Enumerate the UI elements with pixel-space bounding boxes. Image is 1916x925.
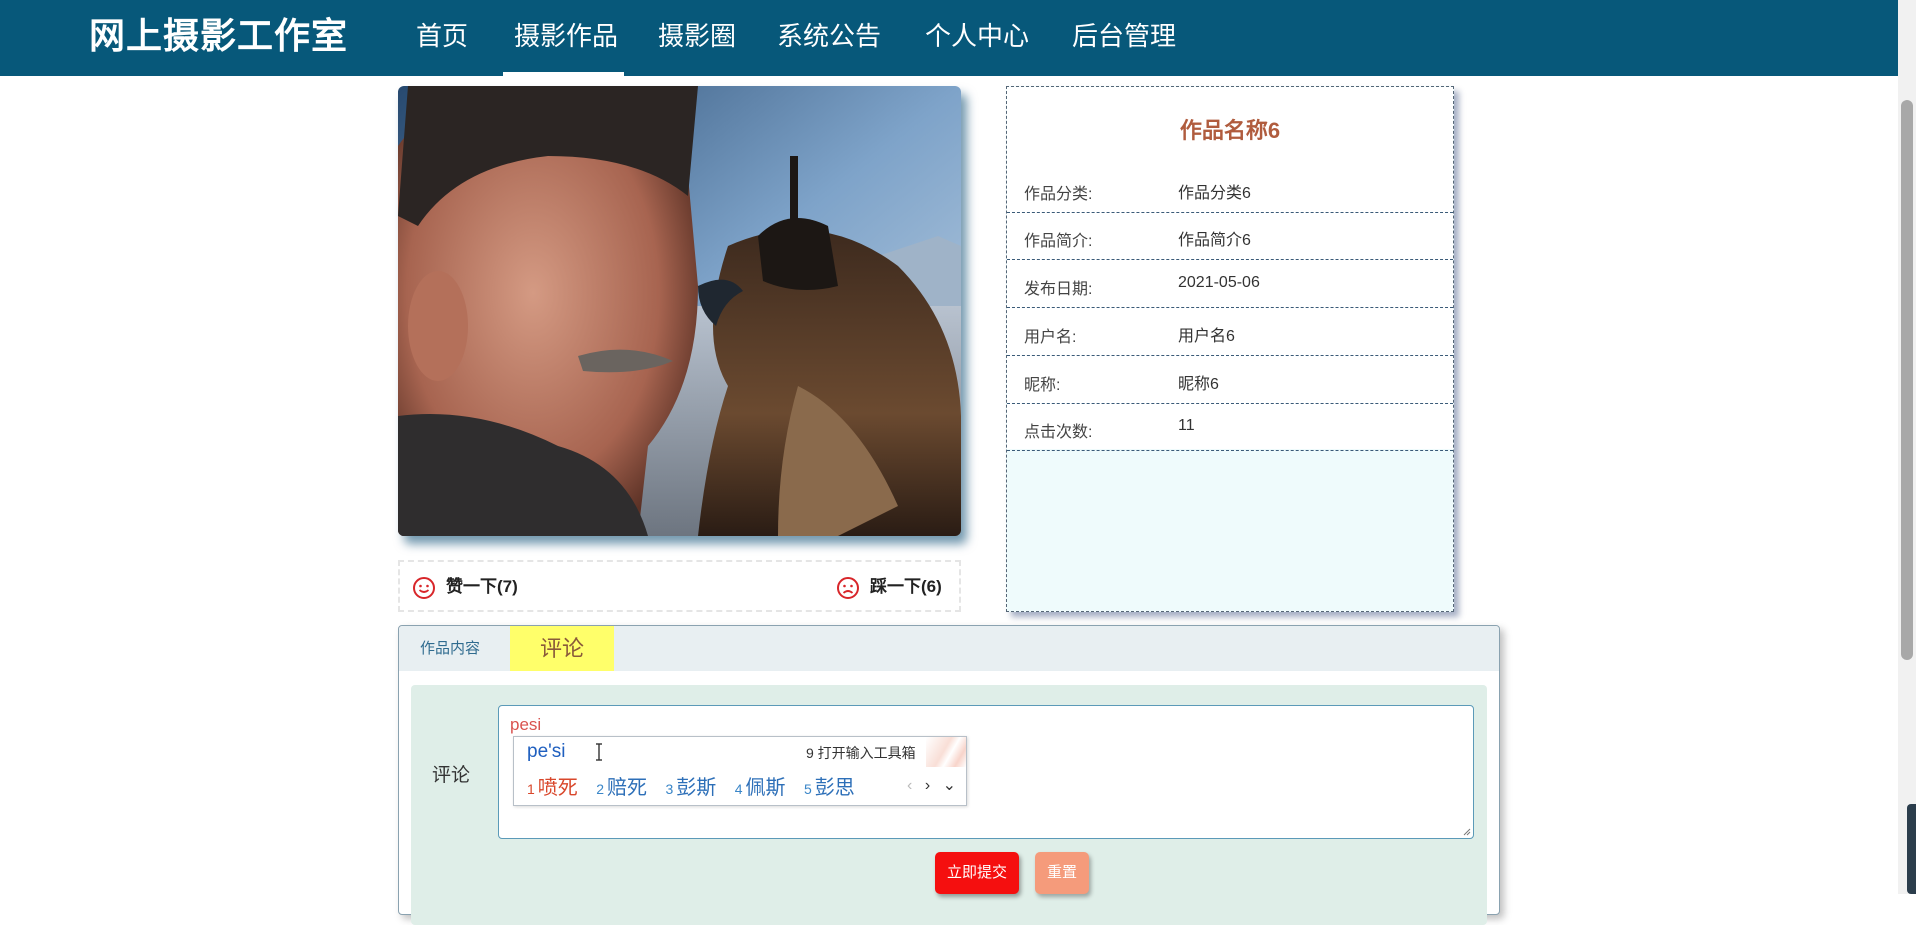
ime-candidate[interactable]: 5 彭思	[804, 771, 855, 800]
vote-bar: 赞一下(7) 踩一下(6)	[398, 560, 961, 612]
work-info-panel: 作品名称6 作品分类: 作品分类6 作品简介: 作品简介6 发布日期: 2021…	[1006, 86, 1454, 612]
comment-label: 评论	[432, 765, 471, 786]
ime-toolbox-option[interactable]: 9 打开输入工具箱	[806, 743, 916, 763]
work-photo	[398, 86, 961, 536]
info-row-intro: 作品简介: 作品简介6	[1007, 213, 1453, 260]
info-row-category: 作品分类: 作品分类6	[1007, 166, 1453, 213]
nav-notices[interactable]: 系统公告	[777, 14, 881, 58]
nav-admin[interactable]: 后台管理	[1072, 14, 1176, 58]
frown-icon	[837, 576, 859, 599]
resize-grip-icon[interactable]	[1463, 828, 1471, 836]
ime-candidate[interactable]: 3 彭斯	[666, 771, 717, 800]
tabs-header: 作品内容 评论	[399, 626, 1499, 671]
ime-next-page[interactable]: ›	[925, 777, 930, 794]
info-value: 昵称6	[1178, 376, 1219, 393]
info-label: 用户名:	[1024, 329, 1077, 346]
ime-candidate-list: 1 喷死 2 赔死 3 彭斯 4 佩斯 5 彭思	[527, 771, 869, 799]
info-value: 2021-05-06	[1178, 274, 1260, 291]
info-label: 作品简介:	[1024, 233, 1093, 250]
ime-candidate-window[interactable]: pe'si 9 打开输入工具箱 1 喷死 2 赔死 3 彭斯 4 佩斯 5 彭思 ‹ › …	[513, 736, 967, 806]
info-label: 点击次数:	[1024, 424, 1093, 441]
like-button[interactable]: 赞一下(7)	[412, 574, 518, 600]
info-value: 11	[1178, 417, 1195, 434]
submit-button[interactable]: 立即提交	[935, 852, 1019, 894]
info-row-username: 用户名: 用户名6	[1007, 309, 1453, 356]
ime-expand[interactable]: ⌄	[943, 777, 956, 794]
ime-pager: ‹ › ⌄	[899, 775, 956, 795]
text-cursor-icon	[596, 743, 602, 761]
info-row-clicks: 点击次数: 11	[1007, 404, 1453, 451]
comment-typed-text: pesi	[510, 715, 542, 734]
top-navbar: 网上摄影工作室 首页 摄影作品 摄影圈 系统公告 个人中心 后台管理	[0, 0, 1898, 76]
info-value: 作品分类6	[1178, 185, 1251, 202]
info-label: 昵称:	[1024, 377, 1061, 394]
nav-works[interactable]: 摄影作品	[514, 14, 618, 58]
work-title: 作品名称6	[1179, 118, 1281, 143]
nav-active-indicator	[503, 72, 624, 76]
reset-button[interactable]: 重置	[1035, 852, 1089, 894]
nav-circle[interactable]: 摄影圈	[658, 14, 736, 58]
like-label: 赞一下(7)	[446, 577, 518, 596]
tab-work-content[interactable]: 作品内容	[420, 626, 480, 671]
smile-icon	[413, 576, 435, 599]
side-floating-tab[interactable]	[1907, 804, 1916, 894]
dislike-button[interactable]: 踩一下(6)	[836, 574, 942, 600]
info-value: 作品简介6	[1178, 232, 1251, 249]
nav-personal-center[interactable]: 个人中心	[925, 14, 1029, 58]
nav-home[interactable]: 首页	[416, 14, 468, 58]
site-logo-title[interactable]: 网上摄影工作室	[89, 14, 348, 58]
dislike-label: 踩一下(6)	[870, 577, 942, 596]
ime-candidate[interactable]: 4 佩斯	[735, 771, 786, 800]
info-label: 作品分类:	[1024, 186, 1093, 203]
ime-candidate[interactable]: 1 喷死	[527, 771, 578, 800]
ime-candidate[interactable]: 2 赔死	[596, 771, 647, 800]
tab-comment[interactable]: 评论	[510, 626, 614, 671]
info-row-date: 发布日期: 2021-05-06	[1007, 261, 1453, 308]
ime-prev-page[interactable]: ‹	[907, 777, 912, 794]
ime-pinyin: pe'si	[527, 741, 566, 762]
info-row-nickname: 昵称: 昵称6	[1007, 357, 1453, 404]
info-value: 用户名6	[1178, 328, 1235, 345]
scrollbar-thumb[interactable]	[1901, 100, 1913, 660]
ime-skin-decoration	[926, 737, 966, 767]
info-details: 作品名称6 作品分类: 作品分类6 作品简介: 作品简介6 发布日期: 2021…	[1007, 87, 1453, 451]
info-label: 发布日期:	[1024, 281, 1093, 298]
